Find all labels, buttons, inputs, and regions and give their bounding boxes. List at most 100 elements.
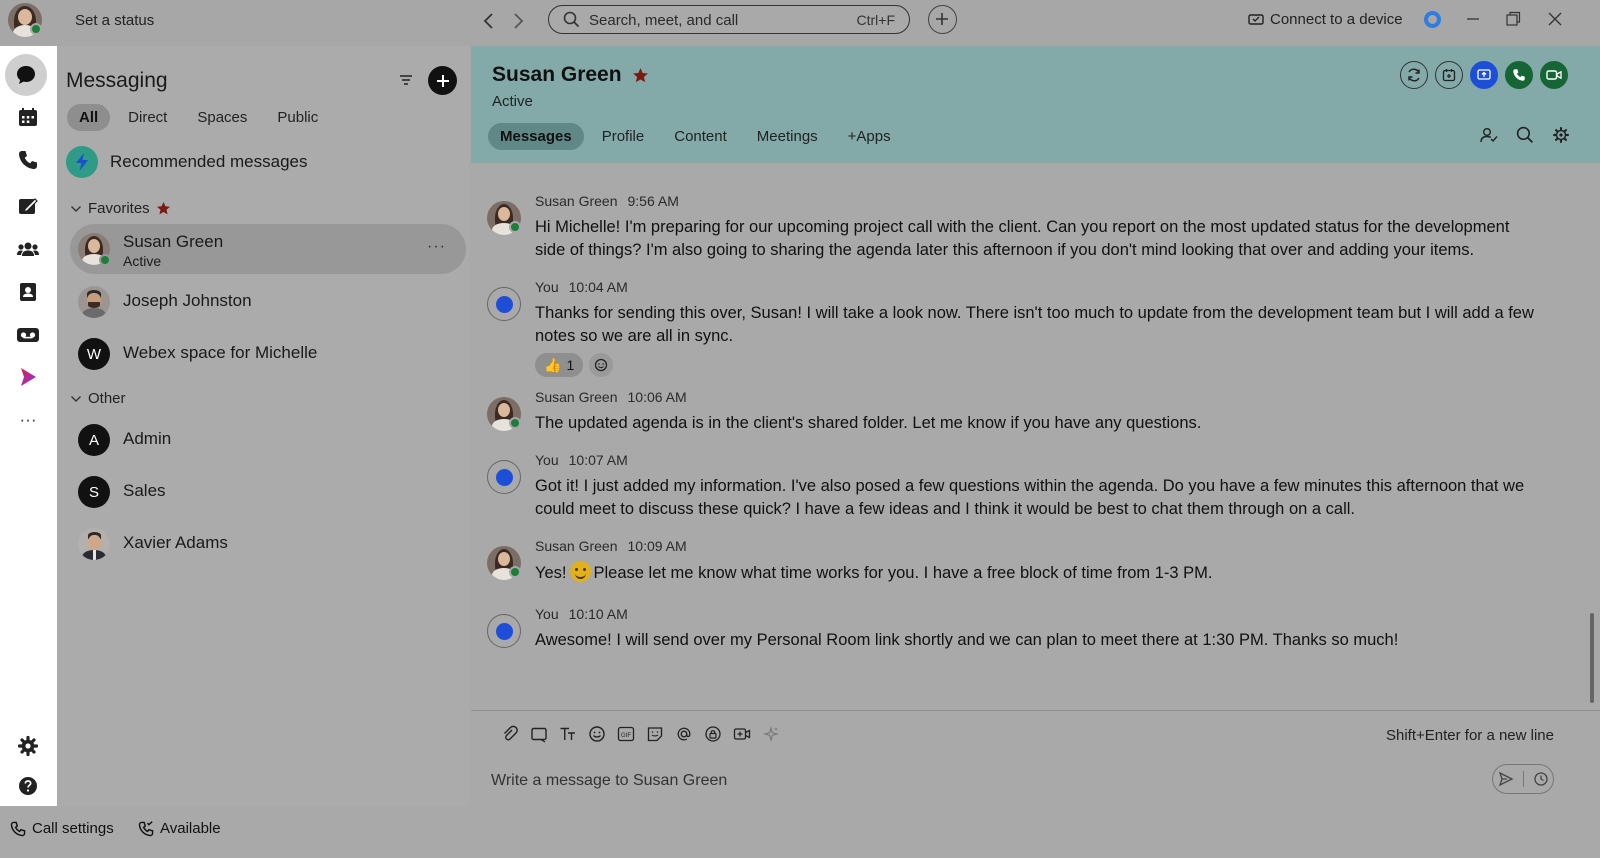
audio-call-icon[interactable] bbox=[1505, 61, 1533, 89]
sync-icon[interactable] bbox=[1400, 61, 1428, 89]
message-time: 10:06 AM bbox=[627, 389, 687, 405]
settings-gear-icon[interactable] bbox=[1552, 126, 1570, 144]
message-meta: Susan Green 10:06 AM bbox=[535, 389, 687, 405]
assistant-icon[interactable] bbox=[1424, 11, 1441, 28]
list-item-xavier-adams[interactable]: Xavier Adams bbox=[70, 519, 466, 569]
message-text: Got it! I just added my information. I'v… bbox=[535, 477, 1525, 518]
emoji-icon[interactable] bbox=[588, 725, 606, 743]
list-item-webex-space[interactable]: W Webex space for Michelle bbox=[70, 329, 466, 379]
other-section-header[interactable]: Other bbox=[70, 390, 126, 407]
video-message-icon[interactable] bbox=[733, 725, 751, 743]
set-status-link[interactable]: Set a status bbox=[75, 12, 154, 29]
contact-status: Active bbox=[492, 93, 533, 110]
contact-name: Sales bbox=[123, 481, 166, 500]
avatar bbox=[487, 460, 521, 494]
settings-gear-icon[interactable] bbox=[12, 730, 44, 762]
thumbs-up-icon: 👍 bbox=[544, 356, 562, 373]
webex-apps-icon[interactable] bbox=[12, 361, 44, 393]
composer-toolbar: GIF bbox=[501, 725, 780, 743]
message-input[interactable]: Write a message to Susan Green bbox=[491, 772, 727, 790]
back-arrow-icon[interactable] bbox=[478, 10, 500, 32]
sender-name: Susan Green bbox=[535, 538, 618, 554]
messaging-icon[interactable] bbox=[5, 54, 47, 96]
recommended-messages-item[interactable]: Recommended messages bbox=[66, 146, 307, 178]
smiley-emoji-icon bbox=[569, 561, 591, 582]
tab-all[interactable]: All bbox=[67, 104, 111, 131]
panel-title: Messaging bbox=[66, 69, 168, 92]
connect-device-button[interactable]: Connect to a device bbox=[1248, 11, 1403, 28]
attach-file-icon[interactable] bbox=[501, 725, 519, 743]
reaction-count: 1 bbox=[566, 357, 575, 373]
conversation-tabs: Messages Profile Content Meetings +Apps bbox=[488, 123, 909, 150]
presence-indicator bbox=[509, 417, 521, 429]
gif-icon[interactable]: GIF bbox=[617, 725, 635, 743]
schedule-meeting-icon[interactable] bbox=[1435, 61, 1463, 89]
add-reaction-icon[interactable] bbox=[589, 353, 614, 377]
chat-bubble-icon bbox=[495, 295, 513, 313]
list-item-joseph-johnston[interactable]: Joseph Johnston bbox=[70, 277, 466, 327]
tab-spaces[interactable]: Spaces bbox=[185, 104, 259, 131]
video-call-icon[interactable] bbox=[1540, 61, 1568, 89]
new-conversation-button[interactable] bbox=[428, 66, 457, 95]
reaction-thumbs-up[interactable]: 👍 1 bbox=[535, 353, 584, 377]
close-icon[interactable] bbox=[1545, 9, 1565, 29]
message-time: 10:04 AM bbox=[568, 279, 628, 295]
availability-button[interactable]: Available bbox=[138, 820, 221, 837]
presence-indicator bbox=[99, 254, 111, 266]
filter-icon[interactable] bbox=[398, 73, 414, 87]
tab-meetings[interactable]: Meetings bbox=[745, 123, 830, 150]
people-icon[interactable] bbox=[1479, 126, 1498, 144]
message-composer: GIF Shift+Enter for a new line Write a m… bbox=[471, 710, 1600, 806]
list-item-admin[interactable]: A Admin bbox=[70, 415, 466, 465]
conversation-header: Susan Green Active Messages Profile Cont… bbox=[471, 46, 1600, 163]
whiteboard-icon[interactable] bbox=[12, 190, 44, 222]
private-note-icon[interactable] bbox=[704, 725, 722, 743]
schedule-send-icon[interactable] bbox=[1533, 771, 1549, 787]
favorites-section-header[interactable]: Favorites bbox=[70, 200, 171, 217]
mention-icon[interactable] bbox=[675, 725, 693, 743]
phone-icon[interactable] bbox=[12, 144, 44, 176]
tab-apps[interactable]: +Apps bbox=[836, 123, 903, 150]
help-icon[interactable] bbox=[12, 770, 44, 802]
call-settings-button[interactable]: Call settings bbox=[10, 820, 114, 837]
screen-capture-icon[interactable] bbox=[530, 725, 548, 743]
list-item-susan-green[interactable]: Susan Green Active ··· bbox=[70, 224, 466, 274]
conversation-area: Susan Green Active Messages Profile Cont… bbox=[471, 46, 1600, 806]
phone-settings-icon bbox=[10, 821, 26, 836]
lightning-icon bbox=[66, 146, 98, 178]
more-icon[interactable]: ··· bbox=[12, 404, 44, 436]
tab-messages[interactable]: Messages bbox=[488, 123, 584, 150]
list-item-sales[interactable]: S Sales bbox=[70, 467, 466, 517]
forward-arrow-icon[interactable] bbox=[507, 10, 529, 32]
sticker-icon[interactable] bbox=[646, 725, 664, 743]
calendar-icon[interactable] bbox=[12, 101, 44, 133]
tab-direct[interactable]: Direct bbox=[116, 104, 179, 131]
contacts-icon[interactable] bbox=[12, 276, 44, 308]
tab-profile[interactable]: Profile bbox=[590, 123, 657, 150]
share-screen-icon[interactable] bbox=[1470, 61, 1498, 89]
message-time: 9:56 AM bbox=[627, 193, 679, 209]
tab-public[interactable]: Public bbox=[265, 104, 330, 131]
message-time: 10:09 AM bbox=[627, 538, 687, 554]
tab-content[interactable]: Content bbox=[662, 123, 739, 150]
voicemail-icon[interactable] bbox=[12, 319, 44, 351]
search-input[interactable]: Search, meet, and call Ctrl+F bbox=[548, 5, 910, 34]
ai-assist-icon[interactable] bbox=[762, 725, 780, 743]
new-action-button[interactable] bbox=[928, 5, 957, 34]
text-format-icon[interactable] bbox=[559, 725, 577, 743]
favorite-star-icon bbox=[156, 202, 170, 215]
restore-icon[interactable] bbox=[1503, 9, 1523, 29]
more-options-icon[interactable]: ··· bbox=[427, 238, 446, 256]
message-scrollbar[interactable] bbox=[1590, 613, 1594, 703]
favorite-star-icon bbox=[632, 67, 648, 82]
avatar bbox=[78, 528, 110, 560]
minimize-icon[interactable] bbox=[1463, 9, 1483, 29]
teams-icon[interactable] bbox=[12, 233, 44, 265]
send-icon[interactable] bbox=[1498, 771, 1514, 787]
search-icon[interactable] bbox=[1516, 126, 1534, 144]
plus-icon bbox=[436, 74, 449, 87]
chevron-down-icon bbox=[71, 395, 81, 402]
sender-name: Susan Green bbox=[535, 389, 618, 405]
message-meta: Susan Green 9:56 AM bbox=[535, 193, 679, 209]
plus-icon bbox=[936, 13, 948, 25]
